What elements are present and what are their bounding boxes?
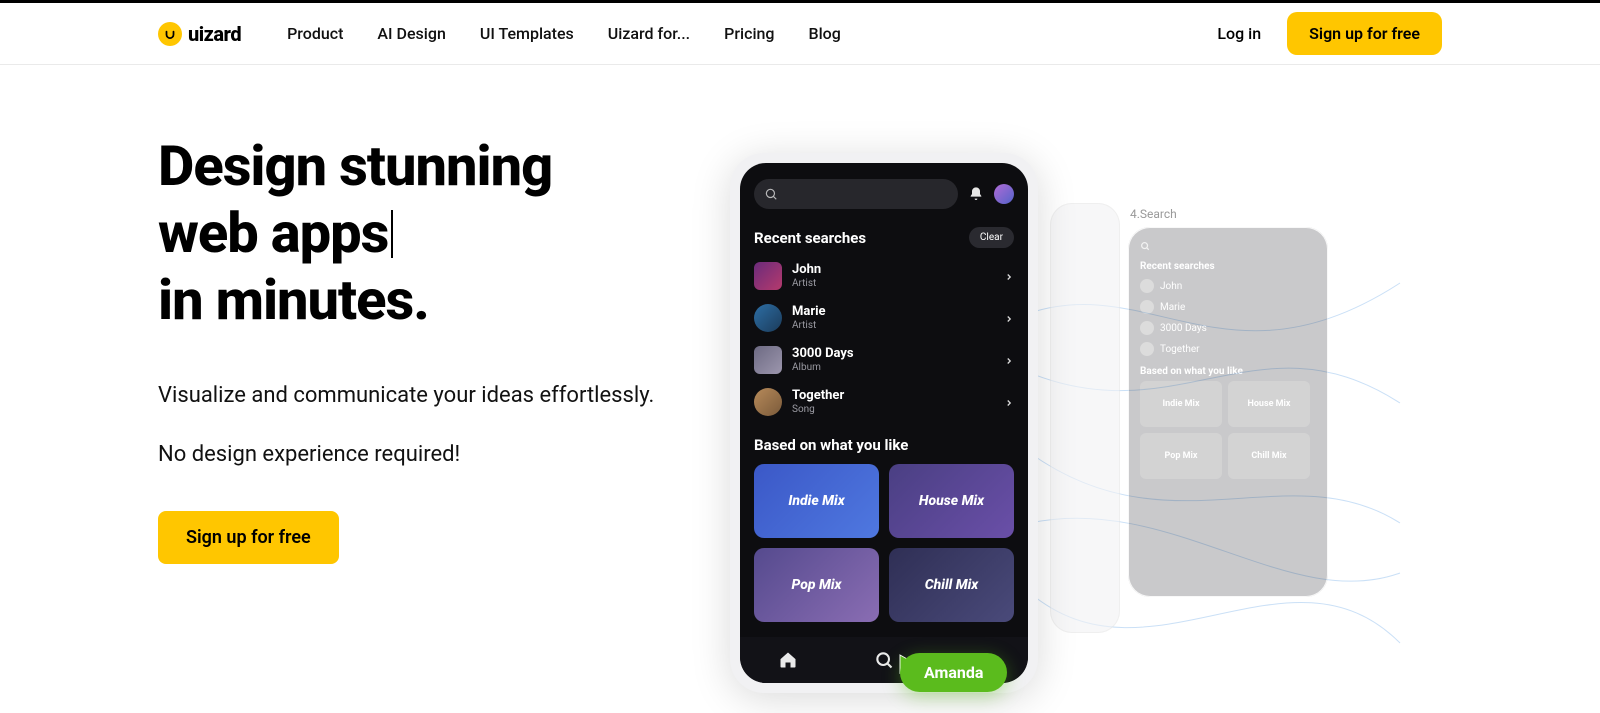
ghost-row-marie: Marie: [1160, 302, 1185, 313]
presence-badge: Amanda: [900, 653, 1007, 692]
site-header: uizard Product AI Design UI Templates Ui…: [0, 3, 1600, 65]
ghost-screen-label: 4.Search: [1130, 207, 1177, 221]
ghost-phone-side: [1050, 203, 1120, 633]
avatar[interactable]: [994, 184, 1014, 204]
ghost-recent-title: Recent searches: [1140, 261, 1316, 272]
ghost-row-together: Together: [1160, 344, 1200, 355]
row-name: John: [792, 263, 821, 277]
hero-copy: Design stunning web apps in minutes. Vis…: [158, 133, 778, 564]
ghost-row-days: 3000 Days: [1160, 323, 1207, 334]
recent-searches-header: Recent searches Clear: [754, 227, 1014, 248]
card-chill-mix[interactable]: Chill Mix: [889, 548, 1014, 622]
ghost-card-house: House Mix: [1228, 381, 1310, 427]
search-icon: [764, 187, 778, 201]
card-house-mix[interactable]: House Mix: [889, 464, 1014, 538]
list-item[interactable]: 3000 Days Album: [754, 346, 1014, 374]
list-item[interactable]: Marie Artist: [754, 304, 1014, 332]
brand-logo[interactable]: uizard: [158, 22, 241, 46]
logo-mark-icon: [158, 22, 182, 46]
recent-searches-title: Recent searches: [754, 229, 866, 247]
hero-line-2: web apps: [158, 200, 388, 266]
brand-name: uizard: [188, 22, 241, 46]
row-type: Song: [792, 404, 844, 415]
hero-subtitle-1: Visualize and communicate your ideas eff…: [158, 379, 778, 412]
chevron-right-icon: [1004, 351, 1014, 370]
hero-line-3: in minutes.: [158, 267, 429, 333]
ghost-row-john: John: [1160, 281, 1182, 292]
ghost-card-pop: Pop Mix: [1140, 433, 1222, 479]
row-type: Album: [792, 362, 854, 373]
hero-section: Design stunning web apps in minutes. Vis…: [0, 65, 1600, 564]
chevron-right-icon: [1004, 267, 1014, 286]
clear-button[interactable]: Clear: [969, 227, 1014, 248]
phone-topbar: [754, 179, 1014, 209]
main-nav: Product AI Design UI Templates Uizard fo…: [287, 24, 841, 43]
chevron-right-icon: [1004, 309, 1014, 328]
nav-ai-design[interactable]: AI Design: [377, 24, 445, 43]
nav-pricing[interactable]: Pricing: [724, 24, 774, 43]
typing-cursor-icon: [391, 210, 393, 258]
nav-ui-templates[interactable]: UI Templates: [480, 24, 574, 43]
list-item[interactable]: John Artist: [754, 262, 1014, 290]
thumb-john: [754, 262, 782, 290]
card-indie-mix[interactable]: Indie Mix: [754, 464, 879, 538]
signup-button[interactable]: Sign up for free: [1287, 12, 1442, 55]
hero-signup-button[interactable]: Sign up for free: [158, 511, 339, 564]
row-type: Artist: [792, 278, 821, 289]
nav-uizard-for[interactable]: Uizard for...: [608, 24, 690, 43]
ghost-phone-back: Recent searches John Marie 3000 Days Tog…: [1128, 227, 1328, 597]
chevron-right-icon: [1004, 393, 1014, 412]
thumb-together: [754, 388, 782, 416]
row-name: Marie: [792, 305, 826, 319]
ghost-based-title: Based on what you like: [1140, 366, 1316, 377]
list-item[interactable]: Together Song: [754, 388, 1014, 416]
login-link[interactable]: Log in: [1217, 24, 1261, 43]
row-name: 3000 Days: [792, 347, 854, 361]
nav-product[interactable]: Product: [287, 24, 343, 43]
thumb-marie: [754, 304, 782, 332]
bell-icon[interactable]: [968, 186, 984, 202]
phone-frame: Recent searches Clear John Artist Marie: [730, 153, 1038, 693]
card-pop-mix[interactable]: Pop Mix: [754, 548, 879, 622]
hero-heading: Design stunning web apps in minutes.: [158, 133, 778, 335]
based-on-title: Based on what you like: [754, 436, 1014, 454]
hero-line-1: Design stunning: [158, 133, 552, 199]
home-icon[interactable]: [778, 650, 798, 670]
hero-subtitle-2: No design experience required!: [158, 442, 778, 467]
nav-blog[interactable]: Blog: [809, 24, 841, 43]
thumb-3000days: [754, 346, 782, 374]
phone-search-input[interactable]: [754, 179, 958, 209]
ghost-card-chill: Chill Mix: [1228, 433, 1310, 479]
row-name: Together: [792, 389, 844, 403]
recommendation-grid: Indie Mix House Mix Pop Mix Chill Mix: [754, 464, 1014, 622]
row-type: Artist: [792, 320, 826, 331]
header-actions: Log in Sign up for free: [1217, 12, 1442, 55]
phone-screen: Recent searches Clear John Artist Marie: [740, 163, 1028, 683]
hero-mockup: 4.Search Recent searches John Marie 3000…: [730, 153, 1450, 713]
ghost-card-indie: Indie Mix: [1140, 381, 1222, 427]
search-tab-icon[interactable]: [874, 650, 894, 670]
